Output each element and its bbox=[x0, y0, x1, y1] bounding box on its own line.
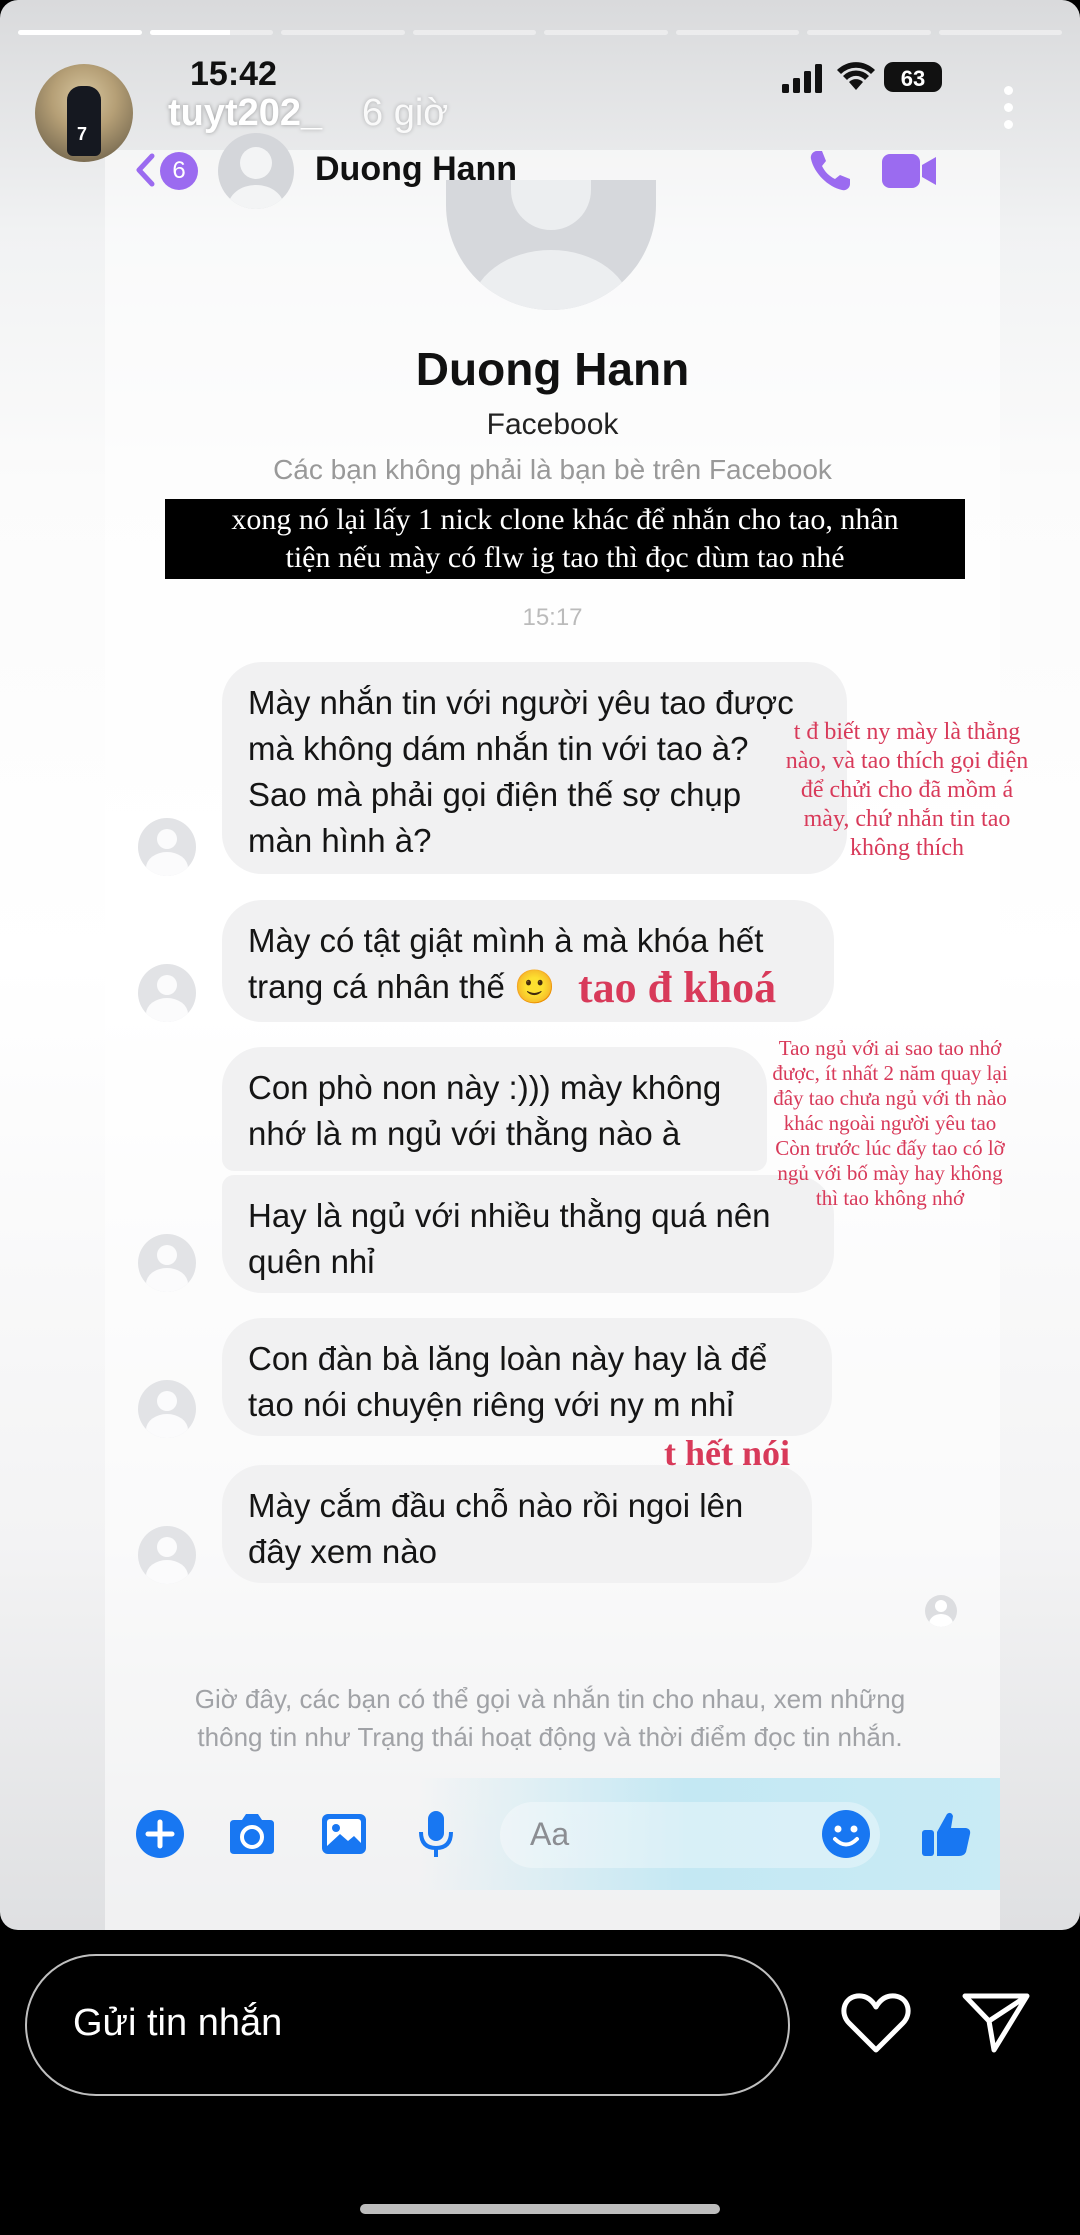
status-time: 15:42 bbox=[190, 55, 277, 93]
send-icon[interactable] bbox=[960, 1988, 1032, 2056]
camera-icon[interactable] bbox=[224, 1806, 280, 1862]
story-progress-segment bbox=[149, 30, 273, 35]
sender-avatar bbox=[138, 964, 196, 1022]
sender-avatar bbox=[138, 1234, 196, 1292]
signal-icon bbox=[782, 64, 822, 93]
sender-avatar bbox=[138, 818, 196, 876]
profile-avatar bbox=[446, 180, 656, 310]
message-bubble: Mày cắm đầu chỗ nào rồi ngoi lên đây xem… bbox=[222, 1465, 812, 1583]
battery-indicator: 63 bbox=[884, 62, 942, 92]
heart-icon[interactable] bbox=[840, 1990, 912, 2056]
back-chevron-icon[interactable] bbox=[130, 150, 160, 190]
smile-emoji: 🙂 bbox=[514, 968, 556, 1005]
story-progress-segment bbox=[412, 30, 536, 35]
message-bubble: Mày nhắn tin với người yêu tao được mà k… bbox=[222, 662, 847, 874]
home-indicator[interactable] bbox=[360, 2204, 720, 2214]
story-progress-segment bbox=[807, 30, 931, 35]
story-progress-bars bbox=[18, 30, 1062, 35]
profile-source: Facebook bbox=[486, 408, 619, 441]
reply-input[interactable]: Gửi tin nhắn bbox=[25, 1954, 790, 2096]
annotation-long-note: Tao ngủ với ai sao tao nhớ được, ít nhất… bbox=[772, 1036, 1008, 1210]
story-frame: 15:42 63 7 tuyt202_ 6 giờ 6 Duong Hann D… bbox=[0, 0, 1080, 1930]
story-progress-segment bbox=[18, 30, 142, 35]
annotation-speechless: t hết nói bbox=[664, 1433, 790, 1473]
story-username[interactable]: tuyt202_ bbox=[168, 92, 322, 135]
story-progress-segment bbox=[281, 30, 405, 35]
story-caption: xong nó lại lấy 1 nick clone khác để nhắ… bbox=[165, 499, 965, 579]
plus-icon[interactable] bbox=[132, 1806, 188, 1862]
story-age: 6 giờ bbox=[362, 92, 449, 134]
video-call-icon[interactable] bbox=[880, 148, 940, 194]
microphone-icon[interactable] bbox=[408, 1806, 464, 1862]
more-options-icon[interactable] bbox=[996, 86, 1020, 138]
thumbs-up-icon[interactable] bbox=[918, 1806, 974, 1862]
image-icon[interactable] bbox=[316, 1806, 372, 1862]
message-bubble: Con đàn bà lăng loàn này hay là để tao n… bbox=[222, 1318, 832, 1436]
profile-friend-note: Các bạn không phải là bạn bè trên Facebo… bbox=[273, 454, 832, 485]
sender-avatar bbox=[138, 1526, 196, 1584]
message-bubble: Hay là ngủ với nhiều thằng quá nên quên … bbox=[222, 1175, 834, 1293]
wifi-icon bbox=[837, 62, 875, 90]
story-progress-segment bbox=[938, 30, 1062, 35]
story-progress-segment bbox=[675, 30, 799, 35]
emoji-icon[interactable] bbox=[818, 1806, 874, 1862]
story-progress-segment bbox=[544, 30, 668, 35]
avatar-jersey-number: 7 bbox=[77, 124, 88, 144]
sender-avatar bbox=[138, 1380, 196, 1438]
unread-badge: 6 bbox=[160, 152, 198, 190]
story-avatar[interactable]: 7 bbox=[35, 64, 133, 162]
message-bubble: Con phò non này :))) mày không nhớ là m … bbox=[222, 1047, 767, 1171]
profile-name: Duong Hann bbox=[415, 343, 690, 395]
seen-avatar bbox=[925, 1595, 957, 1627]
annotation-call-reason: t đ biết ny mày là thằng nào, và tao thí… bbox=[785, 719, 1029, 861]
phone-call-icon[interactable] bbox=[805, 146, 855, 196]
contact-avatar[interactable] bbox=[218, 133, 294, 209]
annotation-no-lock: tao đ khoá bbox=[578, 963, 777, 1012]
message-timestamp: 15:17 bbox=[522, 604, 583, 631]
chat-info-text: Giờ đây, các bạn có thể gọi và nhắn tin … bbox=[194, 1684, 906, 1752]
